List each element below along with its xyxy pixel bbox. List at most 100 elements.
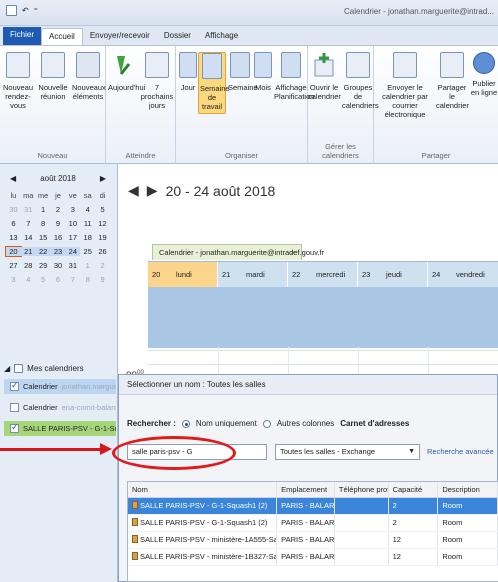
day-header[interactable]: 24 vendredi (428, 262, 498, 287)
calendar-day[interactable]: 6 (6, 219, 21, 228)
calendar-tab[interactable]: Calendrier - jonathan.marguerite@intrade… (152, 244, 324, 260)
day-header[interactable]: 23 jeudi (358, 262, 428, 287)
calendar-day[interactable]: 12 (95, 219, 110, 228)
column-header[interactable]: Capacité (389, 482, 439, 497)
calendar-day[interactable]: 5 (36, 275, 51, 284)
table-row[interactable]: SALLE PARIS-PSV - ministère-1A555-Salle … (128, 532, 498, 549)
calendar-day[interactable]: 31 (65, 261, 80, 270)
previous-month-icon[interactable]: ◀ (10, 174, 16, 183)
calendar-checkbox[interactable] (10, 422, 19, 433)
collapse-triangle-icon[interactable]: ◢ (4, 364, 10, 373)
all-day-band[interactable] (148, 287, 498, 348)
today-button[interactable]: Aujourd'hui (108, 52, 145, 92)
new-meeting-button[interactable]: Nouvelle réunion (36, 52, 70, 101)
calendar-day[interactable]: 26 (95, 247, 110, 256)
calendar-day[interactable]: 22 (35, 247, 51, 256)
week-view-button[interactable]: Semaine (228, 52, 258, 92)
email-calendar-button[interactable]: Envoyer le calendrier par courrier élect… (376, 52, 434, 119)
calendar-checkbox[interactable] (10, 403, 19, 412)
tab-affichage[interactable]: Affichage (198, 28, 245, 45)
share-calendar-button[interactable]: Partager le calendrier (436, 52, 469, 110)
calendar-day[interactable]: 11 (80, 219, 95, 228)
day-view-button[interactable]: Jour (178, 52, 198, 92)
table-row[interactable]: SALLE PARIS-PSV - G-1-Squash1 (2) PARIS … (128, 498, 498, 515)
calendar-day[interactable]: 5 (95, 205, 110, 214)
calendar-day[interactable]: 3 (6, 275, 21, 284)
work-week-view-button[interactable]: Semaine de travail (198, 52, 230, 114)
new-items-button[interactable]: Nouveaux éléments (72, 52, 106, 101)
calendar-day[interactable]: 9 (95, 275, 110, 284)
address-book-select[interactable]: Toutes les salles - Exchange ▼ (275, 444, 420, 460)
calendar-day[interactable]: 7 (21, 219, 36, 228)
calendar-day[interactable]: 30 (51, 261, 66, 270)
calendar-day[interactable]: 20 (5, 246, 22, 257)
calendar-item-personal[interactable]: Calendrier jonathan.marguerit (4, 379, 116, 394)
calendar-day[interactable]: 25 (80, 247, 95, 256)
calendar-day[interactable]: 13 (6, 233, 21, 242)
calendar-day[interactable]: 29 (36, 261, 51, 270)
tab-fichier[interactable]: Fichier (3, 27, 42, 45)
tab-accueil[interactable]: Accueil (41, 28, 83, 45)
schedule-view-button[interactable]: Affichage Planification (274, 52, 314, 101)
table-row[interactable]: SALLE PARIS-PSV - G-1-Squash1 (2) PARIS … (128, 515, 498, 532)
calendar-checkbox[interactable] (10, 380, 19, 391)
calendar-day[interactable]: 31 (21, 205, 36, 214)
close-icon[interactable]: × (291, 245, 295, 260)
calendar-groups-button[interactable]: Groupes de calendriers (342, 52, 379, 110)
calendar-day[interactable]: 7 (65, 275, 80, 284)
column-header[interactable]: Nom (128, 482, 278, 497)
calendar-day[interactable]: 16 (51, 233, 66, 242)
table-row[interactable]: SALLE PARIS-PSV - ministère-1B327-Salle … (128, 549, 498, 566)
calendar-day[interactable]: 6 (51, 275, 66, 284)
weekday-header: ma (23, 191, 34, 200)
calendar-day[interactable]: 8 (80, 275, 95, 284)
undo-icon[interactable]: ↶ (22, 6, 29, 15)
dropdown-arrow-icon[interactable]: ▼ (408, 445, 415, 459)
calendar-day[interactable]: 24 (65, 247, 81, 256)
calendar-day[interactable]: 28 (21, 261, 36, 270)
date-range: 20 - 24 août 2018 (165, 182, 276, 199)
calendar-day[interactable]: 15 (36, 233, 51, 242)
calendar-day[interactable]: 30 (6, 205, 21, 214)
tab-envoyer-recevoir[interactable]: Envoyer/recevoir (83, 28, 157, 45)
calendar-day[interactable]: 10 (65, 219, 80, 228)
column-header[interactable]: Description (438, 482, 498, 497)
calendar-day[interactable]: 4 (80, 205, 95, 214)
day-header[interactable]: 21 mardi (218, 262, 288, 287)
calendar-item-salle[interactable]: SALLE PARIS-PSV - G-1-Squash1 (4, 421, 116, 436)
calendar-day[interactable]: 4 (21, 275, 36, 284)
advanced-search-link[interactable]: Recherche avancée (427, 447, 494, 456)
calendar-day[interactable]: 18 (80, 233, 95, 242)
forward-arrow-icon[interactable]: ▶ (147, 182, 158, 199)
day-header[interactable]: 20 lundi (148, 262, 218, 287)
calendar-day[interactable]: 14 (21, 233, 36, 242)
calendar-day[interactable]: 2 (95, 261, 110, 270)
calendar-day[interactable]: 21 (20, 247, 36, 256)
calendar-day[interactable]: 1 (36, 205, 51, 214)
calendar-day[interactable]: 19 (95, 233, 110, 242)
calendar-day[interactable]: 23 (50, 247, 66, 256)
calendar-day[interactable]: 8 (36, 219, 51, 228)
quick-access-dropdown-icon[interactable]: ⁼ (34, 6, 38, 15)
column-header[interactable]: Téléphone professi... (335, 482, 389, 497)
open-calendar-button[interactable]: Ouvrir le calendrier (308, 52, 341, 101)
calendar-item-ena[interactable]: Calendrier ena-comit-balard.r (4, 400, 116, 415)
radio-name-only[interactable] (181, 419, 190, 428)
calendar-day[interactable]: 17 (65, 233, 80, 242)
tab-dossier[interactable]: Dossier (157, 28, 198, 45)
ribbon: Nouveau rendez-vous Nouvelle réunion Nou… (0, 46, 498, 164)
back-arrow-icon[interactable]: ◀ (128, 182, 139, 199)
next-7-days-button[interactable]: 7 prochains jours (140, 52, 174, 110)
calendar-day[interactable]: 9 (51, 219, 66, 228)
publish-online-button[interactable]: Publier en ligne (470, 52, 498, 97)
column-header[interactable]: Emplacement (277, 482, 335, 497)
calendar-day[interactable]: 3 (65, 205, 80, 214)
calendar-day[interactable]: 2 (51, 205, 66, 214)
calendar-day[interactable]: 27 (6, 261, 21, 270)
new-appointment-button[interactable]: Nouveau rendez-vous (2, 52, 34, 110)
day-header[interactable]: 22 mercredi (288, 262, 358, 287)
calendar-day[interactable]: 1 (80, 261, 95, 270)
month-view-button[interactable]: Mois (253, 52, 273, 92)
next-month-icon[interactable]: ▶ (100, 174, 106, 183)
radio-other-columns[interactable] (262, 419, 271, 428)
